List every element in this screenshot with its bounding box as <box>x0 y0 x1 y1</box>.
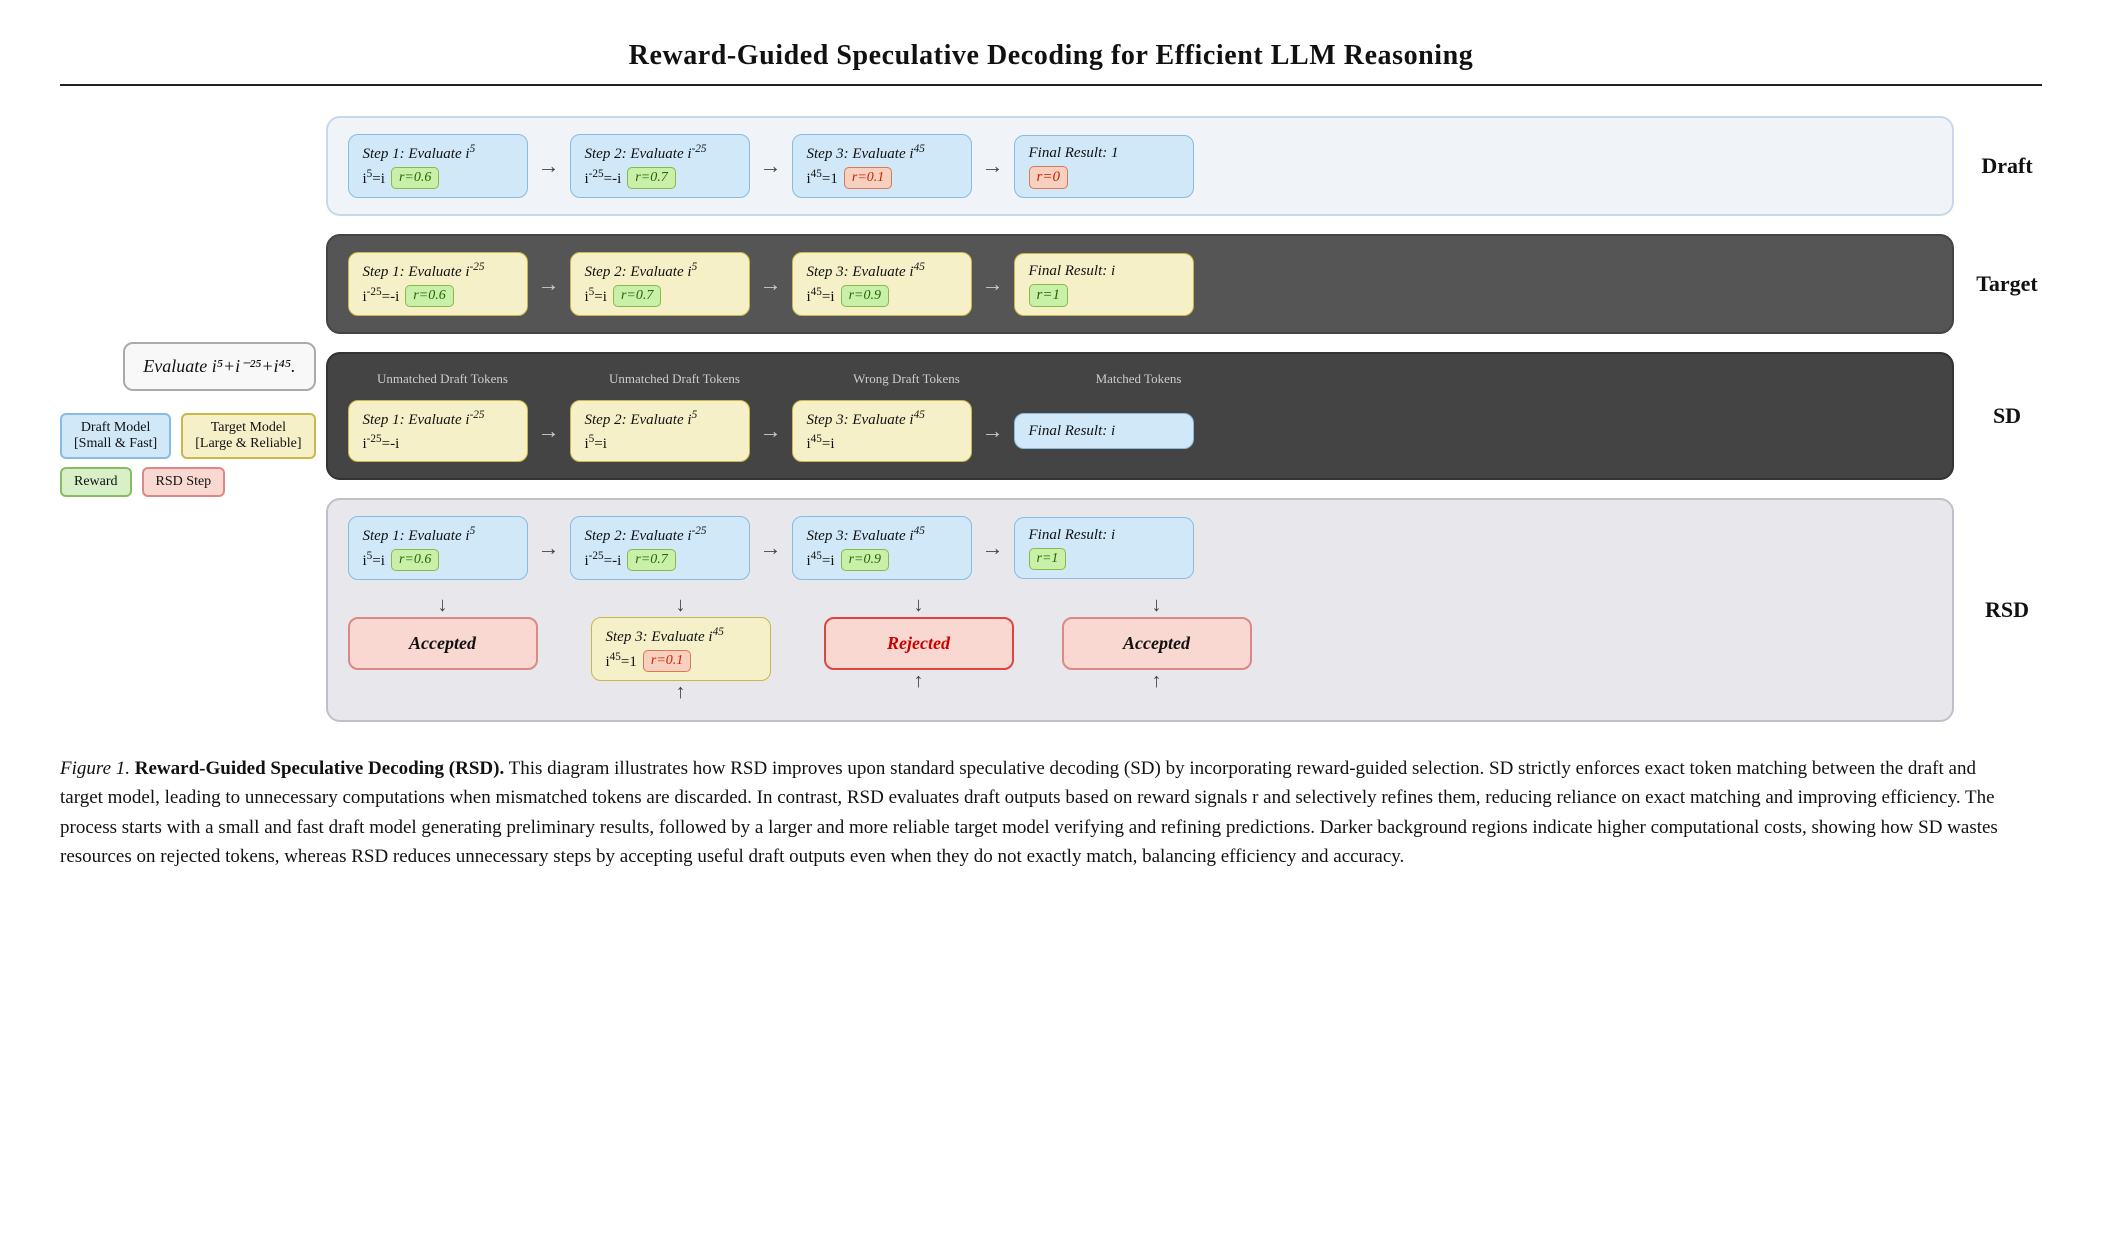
sd-row-container: Unmatched Draft Tokens Unmatched Draft T… <box>326 352 2043 480</box>
rsd-accepted-1: Accepted <box>348 617 538 670</box>
rsd-label: RSD <box>1972 597 2042 623</box>
rsd-bottom-row: ↓ Accepted ↓ Step 3: Evaluate i45 <box>348 594 1933 704</box>
sd-step-1: Step 1: Evaluate i-25 i-25=-i <box>348 400 528 462</box>
caption-area: Figure 1. Reward-Guided Speculative Deco… <box>60 754 2010 872</box>
draft-step-2: Step 2: Evaluate i-25 i-25=-i r=0.7 <box>570 134 750 198</box>
target-step-3: Step 3: Evaluate i45 i45=i r=0.9 <box>792 252 972 316</box>
arrow-2: → <box>760 153 782 179</box>
rsd-step-3: Step 3: Evaluate i45 i45=i r=0.9 <box>792 516 972 580</box>
sd-arrow-3: → <box>982 418 1004 444</box>
sd-label-row: Unmatched Draft Tokens Unmatched Draft T… <box>348 370 1933 392</box>
legend-row-2: Reward RSD Step <box>60 467 316 497</box>
legend-draft-model: Draft Model[Small & Fast] <box>60 413 171 459</box>
legend-row-1: Draft Model[Small & Fast] Target Model[L… <box>60 413 316 459</box>
target-steps-row: Step 1: Evaluate i-25 i-25=-i r=0.6 → St… <box>348 252 1933 316</box>
caption-title-bold: Reward-Guided Speculative Decoding (RSD)… <box>135 758 504 779</box>
sd-col-label-2: Unmatched Draft Tokens <box>580 370 770 388</box>
left-panel: Evaluate i⁵+i⁻²⁵+i⁴⁵. Draft Model[Small … <box>60 116 326 722</box>
rsd-arrow-3: → <box>982 535 1004 561</box>
legend-target-model: Target Model[Large & Reliable] <box>181 413 315 459</box>
sd-steps-row: Step 1: Evaluate i-25 i-25=-i → Step 2: … <box>348 400 1933 462</box>
diagram-area: Evaluate i⁵+i⁻²⁵+i⁴⁵. Draft Model[Small … <box>60 116 2042 722</box>
legend-reward: Reward <box>60 467 132 497</box>
rsd-rejected: Rejected <box>824 617 1014 670</box>
sd-arrow-2: → <box>760 418 782 444</box>
draft-panel: Step 1: Evaluate i5 i5=i r=0.6 → Step 2:… <box>326 116 1955 216</box>
sd-col-label-3: Wrong Draft Tokens <box>812 370 1002 388</box>
sd-label: SD <box>1972 403 2042 429</box>
target-row-container: Step 1: Evaluate i-25 i-25=-i r=0.6 → St… <box>326 234 2043 334</box>
target-step-1: Step 1: Evaluate i-25 i-25=-i r=0.6 <box>348 252 528 316</box>
rsd-panel: Step 1: Evaluate i5 i5=i r=0.6 → Step 2:… <box>326 498 1955 722</box>
rsd-row-container: Step 1: Evaluate i5 i5=i r=0.6 → Step 2:… <box>326 498 2043 722</box>
sd-step-2: Step 2: Evaluate i5 i5=i <box>570 400 750 462</box>
arrow-3: → <box>982 153 1004 179</box>
draft-steps-row: Step 1: Evaluate i5 i5=i r=0.6 → Step 2:… <box>348 134 1933 198</box>
target-label: Target <box>1972 271 2042 297</box>
sd-arrow-1: → <box>538 418 560 444</box>
problem-box: Evaluate i⁵+i⁻²⁵+i⁴⁵. <box>123 342 315 391</box>
rsd-steps-row: Step 1: Evaluate i5 i5=i r=0.6 → Step 2:… <box>348 516 1933 580</box>
target-arrow-2: → <box>760 271 782 297</box>
arrow-1: → <box>538 153 560 179</box>
page-title: Reward-Guided Speculative Decoding for E… <box>60 40 2042 86</box>
rsd-final: Final Result: i r=1 <box>1014 517 1194 579</box>
draft-step-1: Step 1: Evaluate i5 i5=i r=0.6 <box>348 134 528 198</box>
draft-step-3: Step 3: Evaluate i45 i45=1 r=0.1 <box>792 134 972 198</box>
rsd-col-3: ↓ Rejected ↑ <box>824 594 1014 693</box>
rsd-step-1: Step 1: Evaluate i5 i5=i r=0.6 <box>348 516 528 580</box>
rsd-col-2: ↓ Step 3: Evaluate i45 i45=1 r=0.1 ↑ <box>586 594 776 704</box>
sd-col-label-1: Unmatched Draft Tokens <box>348 370 538 388</box>
target-arrow-1: → <box>538 271 560 297</box>
target-step-2: Step 2: Evaluate i5 i5=i r=0.7 <box>570 252 750 316</box>
rsd-col-4: ↓ Accepted ↑ <box>1062 594 1252 693</box>
sd-final: Final Result: i <box>1014 413 1194 449</box>
sd-col-label-4: Matched Tokens <box>1044 370 1234 388</box>
rsd-step-extra: Step 3: Evaluate i45 i45=1 r=0.1 <box>591 617 771 681</box>
rsd-step-2: Step 2: Evaluate i-25 i-25=-i r=0.7 <box>570 516 750 580</box>
target-arrow-3: → <box>982 271 1004 297</box>
draft-final: Final Result: 1 r=0 <box>1014 135 1194 198</box>
rsd-accepted-2: Accepted <box>1062 617 1252 670</box>
sd-panel: Unmatched Draft Tokens Unmatched Draft T… <box>326 352 1955 480</box>
legend-rsd-step: RSD Step <box>142 467 226 497</box>
rsd-arrow-2: → <box>760 535 782 561</box>
draft-row-container: Step 1: Evaluate i5 i5=i r=0.6 → Step 2:… <box>326 116 2043 216</box>
target-final: Final Result: i r=1 <box>1014 253 1194 316</box>
rows-area: Step 1: Evaluate i5 i5=i r=0.6 → Step 2:… <box>326 116 2043 722</box>
draft-label: Draft <box>1972 153 2042 179</box>
sd-step-3: Step 3: Evaluate i45 i45=i <box>792 400 972 462</box>
caption-figure-label: Figure 1. <box>60 758 130 779</box>
rsd-col-1: ↓ Accepted <box>348 594 538 670</box>
rsd-arrow-1: → <box>538 535 560 561</box>
legend-area: Draft Model[Small & Fast] Target Model[L… <box>60 413 316 497</box>
caption-text: Figure 1. Reward-Guided Speculative Deco… <box>60 754 2010 872</box>
target-panel: Step 1: Evaluate i-25 i-25=-i r=0.6 → St… <box>326 234 1955 334</box>
